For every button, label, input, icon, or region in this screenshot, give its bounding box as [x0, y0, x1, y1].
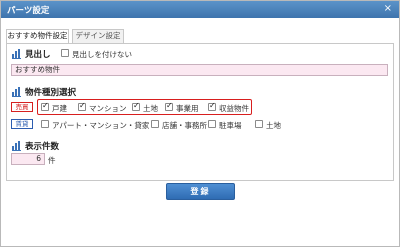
display-count-input[interactable]: 6: [11, 153, 45, 165]
sale-detached-checkbox[interactable]: [41, 101, 49, 111]
rent-shop-office-label: 店舗・事務所: [162, 121, 207, 130]
sale-land-checkbox[interactable]: [132, 101, 140, 111]
sale-mansion-checkbox[interactable]: [78, 101, 86, 111]
sale-detached-label: 戸建: [52, 104, 67, 113]
rent-parking-checkbox[interactable]: [208, 120, 216, 128]
bar-chart-icon: [12, 87, 21, 97]
register-button[interactable]: 登録: [166, 183, 235, 200]
close-icon[interactable]: ×: [384, 3, 392, 15]
title-bar: パーツ設定 ×: [1, 1, 399, 18]
sale-income-label: 収益物件: [219, 104, 249, 113]
sale-business-checkbox[interactable]: [165, 101, 173, 111]
sale-mansion-label: マンション: [89, 104, 127, 113]
rent-apartment-checkbox[interactable]: [41, 120, 49, 128]
bar-chart-icon: [12, 49, 21, 59]
display-count-unit: 件: [48, 156, 56, 165]
sale-badge: 売買: [11, 102, 33, 112]
tab-design-settings[interactable]: デザイン設定: [72, 29, 124, 43]
rent-apartment-label: アパート・マンション・貸家: [52, 121, 150, 130]
hide-heading-checkbox[interactable]: [61, 49, 69, 57]
rent-badge: 賃貸: [11, 119, 33, 129]
property-type-section-title: 物件種別選択: [25, 88, 77, 98]
heading-section-title: 見出し: [25, 50, 51, 60]
bar-chart-icon: [12, 141, 21, 151]
hide-heading-label: 見出しを付けない: [72, 50, 132, 59]
tab-recommended-settings[interactable]: おすすめ物件設定: [6, 29, 69, 44]
count-section-title: 表示件数: [25, 142, 60, 152]
rent-parking-label: 駐車場: [219, 121, 242, 130]
rent-shop-office-checkbox[interactable]: [151, 120, 159, 128]
sale-business-label: 事業用: [176, 104, 199, 113]
sale-land-label: 土地: [143, 104, 158, 113]
heading-input[interactable]: おすすめ物件: [11, 64, 388, 76]
rent-land-label: 土地: [266, 121, 281, 130]
rent-land-checkbox[interactable]: [255, 120, 263, 128]
sale-income-checkbox[interactable]: [208, 101, 216, 111]
dialog-title: パーツ設定: [7, 6, 50, 16]
parts-settings-dialog: パーツ設定 × おすすめ物件設定 デザイン設定 見出し 見出しを付けない おすす…: [0, 0, 400, 247]
